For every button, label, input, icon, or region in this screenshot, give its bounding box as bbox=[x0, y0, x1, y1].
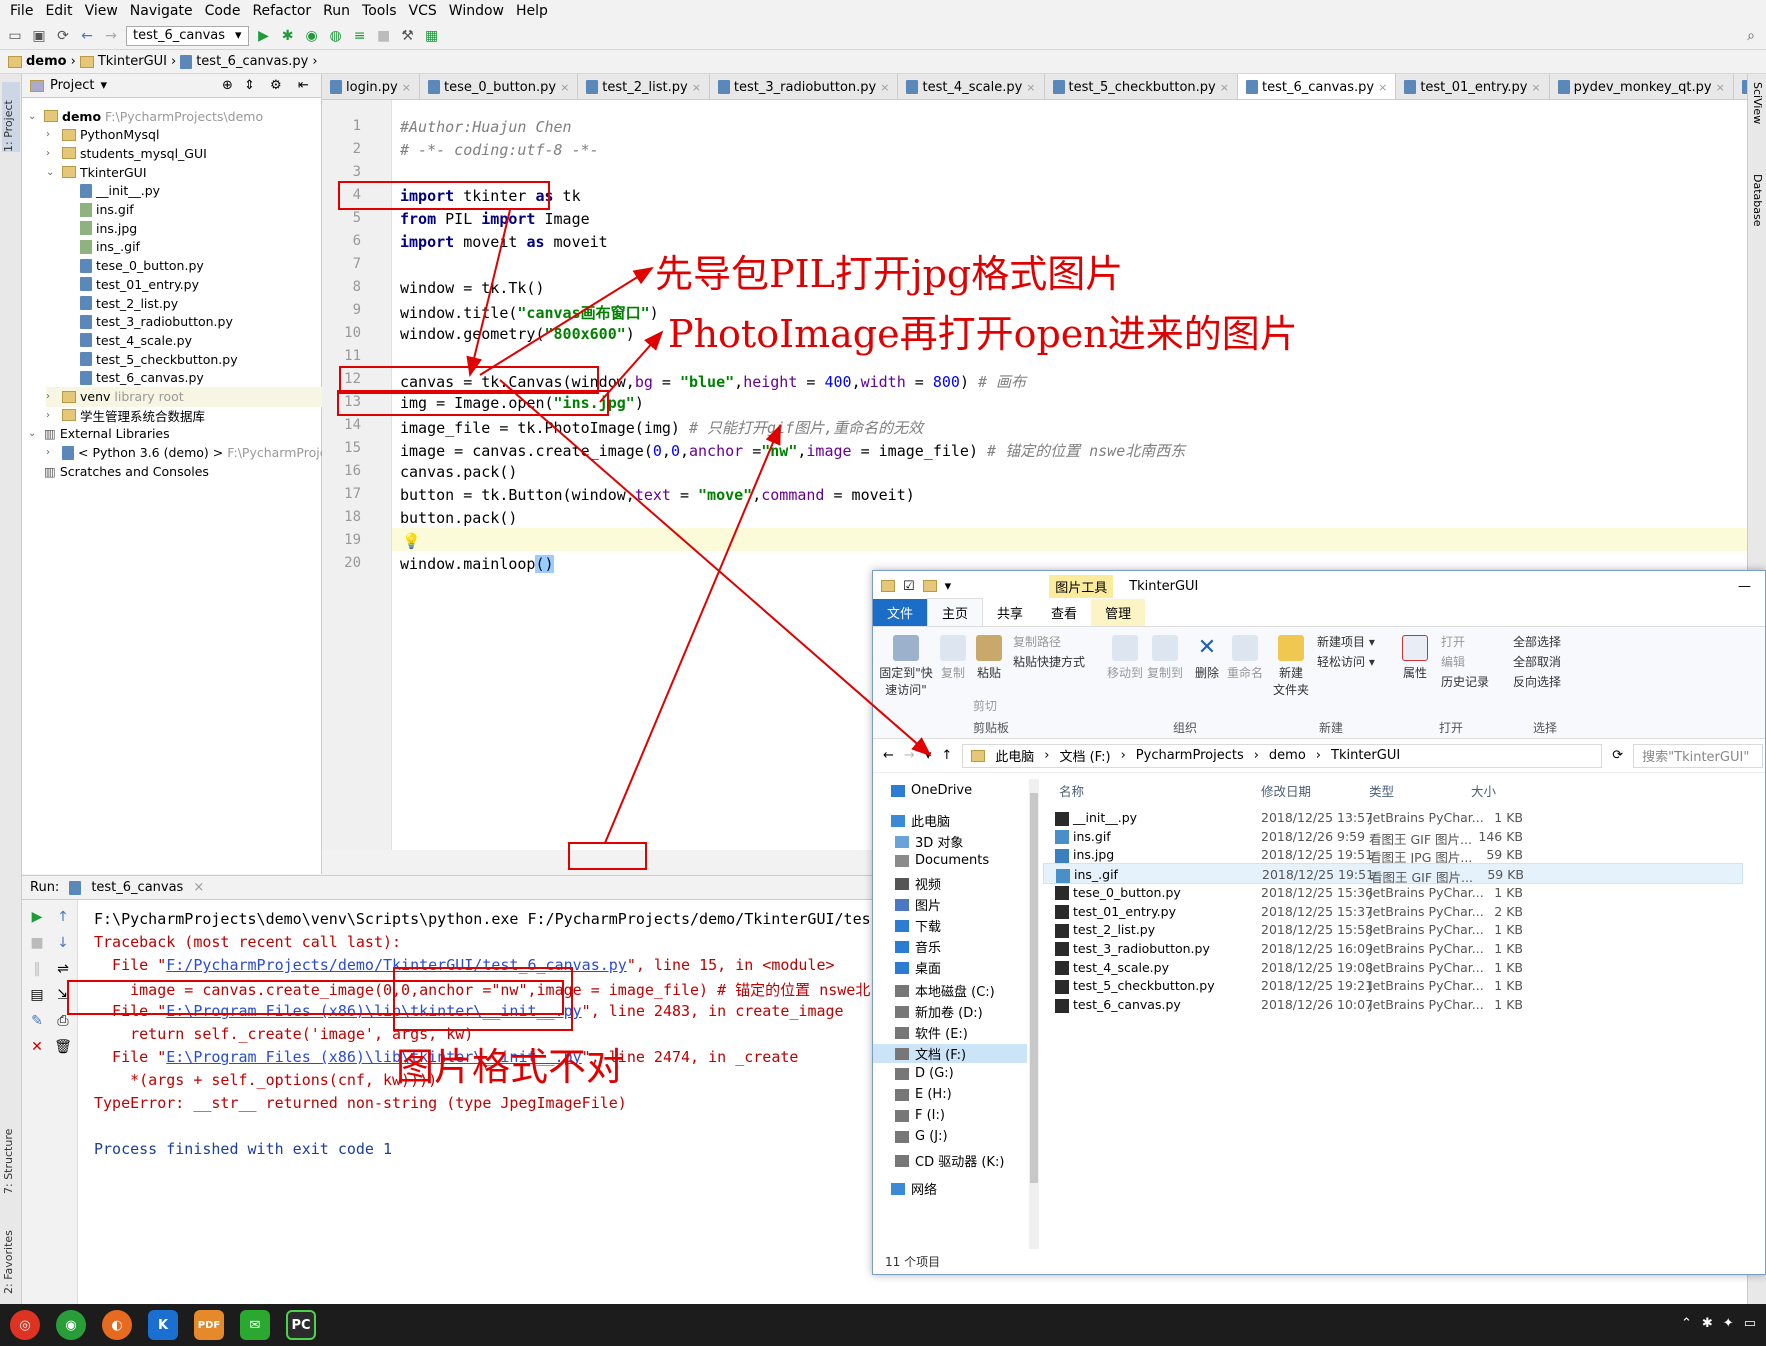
arrow bbox=[604, 424, 781, 844]
arrow bbox=[599, 330, 664, 403]
arrow bbox=[466, 209, 511, 377]
annotation-arrows bbox=[466, 209, 932, 844]
arrow bbox=[499, 379, 932, 757]
arrow bbox=[479, 266, 654, 376]
